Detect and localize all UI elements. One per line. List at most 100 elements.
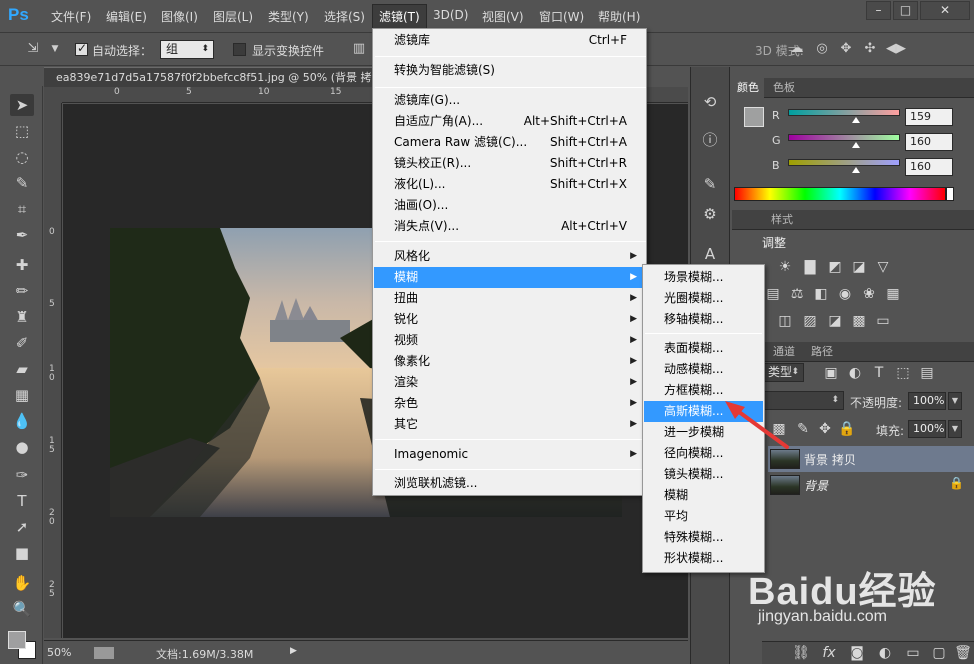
lock-all-icon[interactable]: 🔒 <box>838 420 856 438</box>
submenu-item-surface-blur[interactable]: 表面模糊... <box>644 338 763 359</box>
submenu-item-lens-blur[interactable]: 镜头模糊... <box>644 464 763 485</box>
submenu-item-shape-blur[interactable]: 形状模糊... <box>644 548 763 569</box>
document-tab[interactable]: ea839e71d7d5a17587f0f2bbefcc8f51.jpg @ 5… <box>44 67 374 87</box>
channel-r-track[interactable] <box>788 109 900 116</box>
link-layers-icon[interactable]: ⛓ <box>792 644 810 662</box>
brush-panel-icon[interactable]: ✎ <box>699 173 721 195</box>
dodge-tool-icon[interactable]: ● <box>10 436 34 458</box>
menu-window[interactable]: 窗口(W) <box>539 8 584 25</box>
gradient-tool-icon[interactable]: ▦ <box>10 384 34 406</box>
tab-swatches[interactable]: 色板 <box>768 78 800 98</box>
menu-item-oil-paint[interactable]: 油画(O)... <box>374 195 645 216</box>
tab-color[interactable]: 颜色 <box>732 78 764 98</box>
eyedropper-tool-icon[interactable]: ✒ <box>10 224 34 246</box>
history-panel-icon[interactable]: ⟲ <box>699 91 721 113</box>
move-tool-preset-icon[interactable]: ⇲ <box>24 41 42 57</box>
menu-item-camera-raw[interactable]: Camera Raw 滤镜(C)... Shift+Ctrl+A <box>374 132 645 153</box>
gradient-map-icon[interactable]: ▭ <box>874 312 892 330</box>
channel-g-input[interactable]: 160 <box>905 133 953 151</box>
opacity-input[interactable]: 100% <box>908 392 946 410</box>
hue-sat-icon[interactable]: ▤ <box>764 285 782 303</box>
move-tool-icon[interactable]: ➤ <box>10 94 34 116</box>
ruler-origin[interactable] <box>44 87 62 103</box>
threshold-icon[interactable]: ◪ <box>826 312 844 330</box>
zoom-tool-icon[interactable]: 🔍 <box>10 598 34 620</box>
menu-item-imagenomic[interactable]: Imagenomic ▶ <box>374 444 645 465</box>
rectangle-tool-icon[interactable]: ■ <box>10 542 34 564</box>
trash-icon[interactable]: 🗑 <box>954 644 972 662</box>
submenu-item-motion-blur[interactable]: 动感模糊... <box>644 359 763 380</box>
color-balance-icon[interactable]: ⚖ <box>788 285 806 303</box>
filter-smart-icon[interactable]: ▤ <box>918 364 936 382</box>
menu-item-convert-smart[interactable]: 转换为智能滤镜(S) <box>374 60 645 81</box>
submenu-item-iris-blur[interactable]: 光圈模糊... <box>644 288 763 309</box>
exposure-icon[interactable]: ◪ <box>850 258 868 276</box>
character-panel-icon[interactable]: A <box>699 243 721 265</box>
menu-item-liquify[interactable]: 液化(L)... Shift+Ctrl+X <box>374 174 645 195</box>
filter-pixel-icon[interactable]: ▣ <box>822 364 840 382</box>
menu-select[interactable]: 选择(S) <box>324 8 365 25</box>
menu-edit[interactable]: 编辑(E) <box>106 8 147 25</box>
channel-g-thumb[interactable] <box>852 142 860 148</box>
brush-tool-icon[interactable]: ✏ <box>10 280 34 302</box>
menu-file[interactable]: 文件(F) <box>51 8 91 25</box>
show-transform-checkbox[interactable] <box>233 43 246 56</box>
menu-item-adaptive-wide-angle[interactable]: 自适应广角(A)... Alt+Shift+Ctrl+A <box>374 111 645 132</box>
curves-icon[interactable]: ◩ <box>826 258 844 276</box>
info-panel-icon[interactable]: ⓘ <box>699 129 721 151</box>
foreground-color-swatch[interactable] <box>8 631 26 649</box>
brightness-icon[interactable]: ☀ <box>776 258 794 276</box>
menu-item-video[interactable]: 视频 ▶ <box>374 330 645 351</box>
pen-tool-icon[interactable]: ✑ <box>10 464 34 486</box>
vertical-ruler[interactable]: 0 5 1 0 1 5 2 0 2 5 <box>44 103 62 638</box>
zoom-level[interactable]: 50% <box>47 646 71 659</box>
eraser-tool-icon[interactable]: ▰ <box>10 358 34 380</box>
vibrance-icon[interactable]: ▽ <box>874 258 892 276</box>
lasso-tool-icon[interactable]: ◌ <box>10 146 34 168</box>
close-button[interactable]: ✕ <box>920 1 970 20</box>
menu-item-stylize[interactable]: 风格化 ▶ <box>374 246 645 267</box>
black-white-icon[interactable]: ◧ <box>812 285 830 303</box>
menu-item-distort[interactable]: 扭曲 ▶ <box>374 288 645 309</box>
blur-tool-icon[interactable]: 💧 <box>10 410 34 432</box>
path-select-tool-icon[interactable]: ➚ <box>10 516 34 538</box>
menu-3d[interactable]: 3D(D) <box>433 8 468 22</box>
photo-filter-icon[interactable]: ◉ <box>836 285 854 303</box>
3d-pan-icon[interactable]: ✥ <box>837 41 855 57</box>
auto-select-checkbox[interactable] <box>75 41 88 56</box>
menu-item-pixelate[interactable]: 像素化 ▶ <box>374 351 645 372</box>
channel-r-input[interactable]: 159 <box>905 108 953 126</box>
layer-kind-filter[interactable]: 类型 ⬍ <box>762 363 804 382</box>
levels-icon[interactable]: ▇ <box>801 258 819 276</box>
healing-brush-icon[interactable]: ✚ <box>10 254 34 276</box>
layer-row-selected[interactable]: 背景 拷贝 <box>768 446 974 472</box>
menu-help[interactable]: 帮助(H) <box>598 8 640 25</box>
chevron-down-icon[interactable]: ▼ <box>46 41 64 57</box>
chevron-down-icon[interactable]: ▼ <box>948 420 962 438</box>
chevron-down-icon[interactable]: ▼ <box>948 392 962 410</box>
hand-tool-icon[interactable]: ✋ <box>10 572 34 594</box>
menu-item-noise[interactable]: 杂色 ▶ <box>374 393 645 414</box>
marquee-tool-icon[interactable]: ⬚ <box>10 120 34 142</box>
menu-item-sharpen[interactable]: 锐化 ▶ <box>374 309 645 330</box>
add-mask-icon[interactable]: ◙ <box>848 644 866 662</box>
lock-paint-icon[interactable]: ✎ <box>794 420 812 438</box>
channel-b-input[interactable]: 160 <box>905 158 953 176</box>
clone-source-icon[interactable]: ⚙ <box>699 203 721 225</box>
color-spectrum[interactable] <box>734 187 946 201</box>
fill-input[interactable]: 100% <box>908 420 946 438</box>
type-tool-icon[interactable]: T <box>10 490 34 512</box>
menu-item-other[interactable]: 其它 ▶ <box>374 414 645 435</box>
submenu-item-smart-blur[interactable]: 特殊模糊... <box>644 527 763 548</box>
submenu-item-field-blur[interactable]: 场景模糊... <box>644 267 763 288</box>
channel-b-track[interactable] <box>788 159 900 166</box>
foreground-color-chip[interactable] <box>744 107 764 127</box>
clone-stamp-icon[interactable]: ♜ <box>10 306 34 328</box>
fx-icon[interactable]: fx <box>820 644 838 662</box>
tab-styles[interactable]: 样式 <box>766 210 798 230</box>
auto-select-combo[interactable]: 组 ⬍ <box>160 40 214 59</box>
filter-type-icon[interactable]: T <box>870 364 888 382</box>
menu-item-render[interactable]: 渲染 ▶ <box>374 372 645 393</box>
menu-item-filter-gallery[interactable]: 滤镜库(G)... <box>374 90 645 111</box>
layer-name[interactable]: 背景 拷贝 <box>804 451 856 468</box>
